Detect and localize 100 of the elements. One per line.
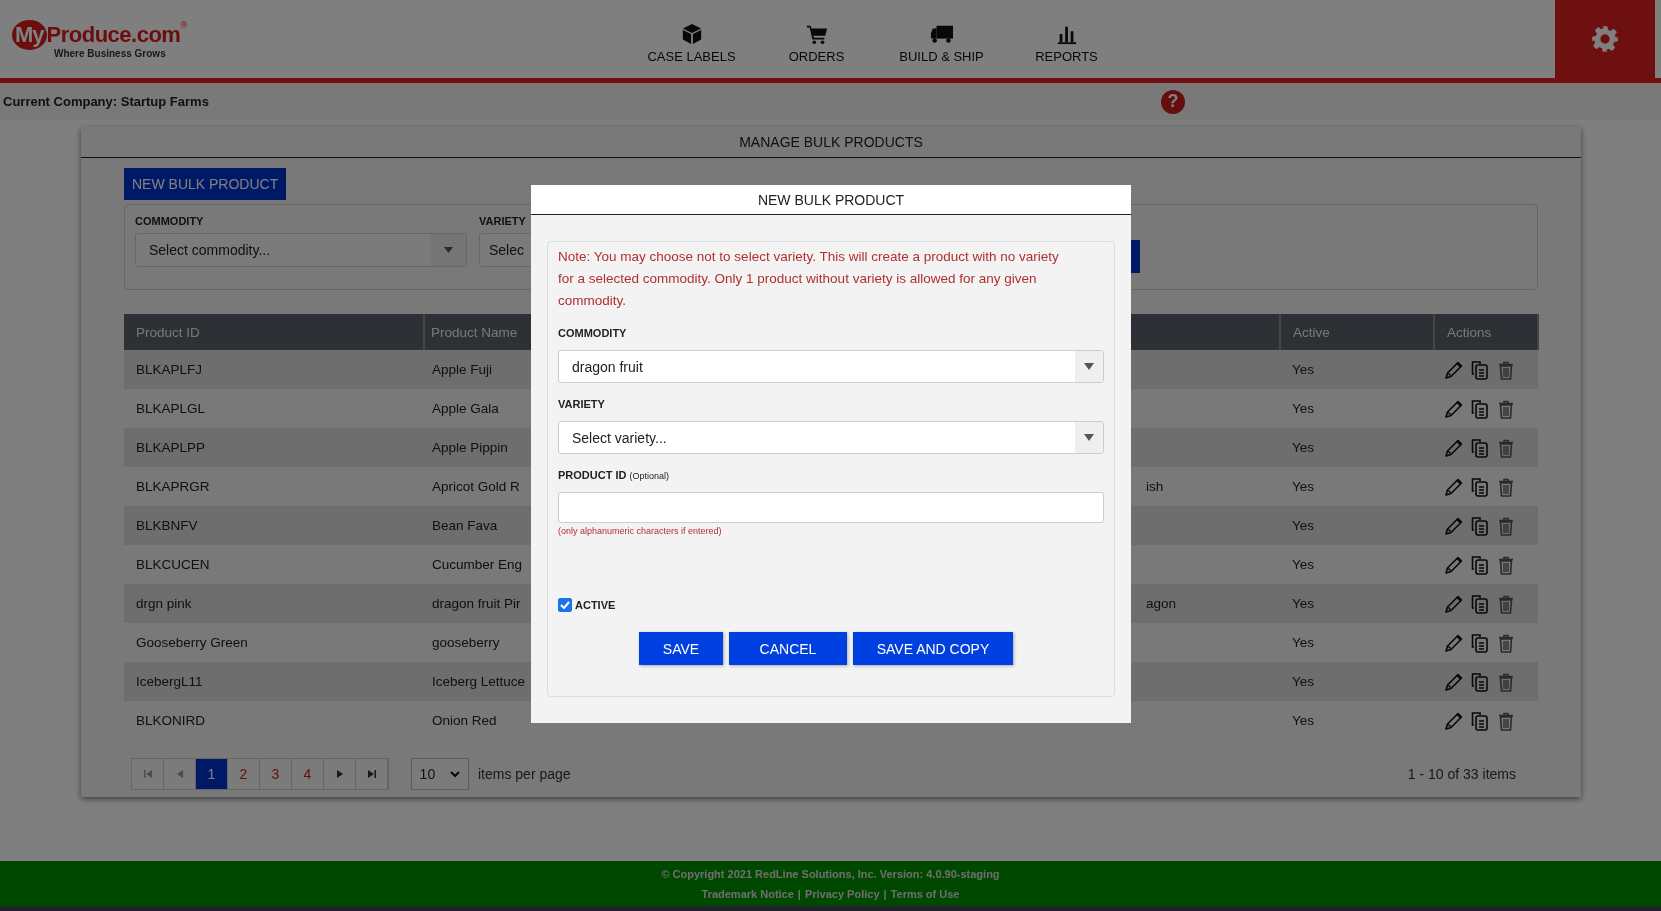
settings-icon [1591,25,1619,53]
table-cell: Onion Red [432,713,497,728]
table-cell: BLKONIRD [136,713,206,728]
panel-title: MANAGE BULK PRODUCTS [81,127,1581,158]
table-cell: BLKAPLFJ [136,362,203,377]
table-cell: Apple Gala [432,401,499,416]
current-company-label: Current Company: Startup Farms [3,94,210,109]
items-per-page-label: items per page [478,766,571,782]
nav-link[interactable]: BUILD & SHIP [879,14,1004,64]
dialog-button[interactable]: SAVE AND COPY [853,632,1013,665]
field-label: COMMODITY [558,327,627,339]
logo-text: Produce.com [46,20,181,48]
table-cell: Yes [1292,440,1315,455]
checkbox-label: ACTIVE [575,599,616,611]
copy-icon[interactable] [1470,671,1490,692]
caret-icon [1084,363,1094,370]
copy-icon[interactable] [1470,515,1490,536]
registered-mark: ® [180,19,188,30]
pencil-icon[interactable] [1444,671,1464,692]
link-separator: | [797,887,801,900]
copy-icon[interactable] [1470,710,1490,731]
trash-icon[interactable] [1496,515,1516,536]
pencil-icon[interactable] [1444,593,1464,614]
nav-link[interactable]: ORDERS [754,14,879,64]
pencil-icon[interactable] [1444,515,1464,536]
pencil-icon[interactable] [1444,359,1464,380]
table-cell: drgn pink [136,596,192,611]
dropdown-field[interactable]: dragon fruit [558,350,1104,383]
dialog-title: NEW BULK PRODUCT [531,185,1131,215]
link-separator: | [883,887,887,900]
table-cell: BLKAPLGL [136,401,206,416]
trash-icon[interactable] [1496,710,1516,731]
pencil-icon[interactable] [1444,632,1464,653]
chevron-icon [450,770,461,778]
table-cell: BLKAPLPP [136,440,206,455]
nav-link[interactable]: CASE LABELS [629,14,754,64]
copy-icon[interactable] [1470,632,1490,653]
table-cell: Apricot Gold R [432,479,520,494]
copy-icon[interactable] [1470,398,1490,419]
logo-text: My [12,19,47,50]
next-page-icon [336,770,343,778]
pencil-icon[interactable] [1444,437,1464,458]
optional-note: (Optional) [629,471,669,481]
table-cell: Iceberg Lettuce [432,674,526,689]
checkbox[interactable] [558,598,572,612]
input-field[interactable] [558,492,1104,523]
table-cell: Yes [1292,401,1315,416]
trash-icon[interactable] [1496,398,1516,419]
pencil-icon[interactable] [1444,476,1464,497]
dropdown-field[interactable]: Select variety... [558,421,1104,454]
new-bulk-product-button[interactable]: NEW BULK PRODUCT [124,168,287,200]
dialog-button[interactable]: CANCEL [729,632,847,665]
table-cell: Yes [1292,713,1315,728]
table-cell: ish [1146,479,1164,494]
table-cell: Yes [1292,635,1315,650]
items-summary: 1 - 10 of 33 items [1407,766,1516,782]
filter-select[interactable]: Select commodity... [135,233,467,267]
copy-icon[interactable] [1470,554,1490,575]
logo-tagline: Where Business Grows [54,47,167,59]
table-cell: Apple Fuji [432,362,493,377]
trash-icon[interactable] [1496,554,1516,575]
pencil-icon[interactable] [1444,554,1464,575]
trash-icon[interactable] [1496,476,1516,497]
trash-icon[interactable] [1496,437,1516,458]
caret-icon [1084,434,1094,441]
nav-link[interactable]: REPORTS [1004,14,1129,64]
table-cell: Cucumber Eng [432,557,523,572]
filter-label: VARIETY [479,215,527,227]
field-label: VARIETY [558,398,605,410]
table-cell: Yes [1292,557,1315,572]
help-icon[interactable]: ? [1161,89,1185,114]
page-size-select[interactable]: 10 [411,758,469,790]
table-cell: BLKCUCEN [136,557,210,572]
first-page-icon [143,770,152,778]
pencil-icon[interactable] [1444,398,1464,419]
trash-icon[interactable] [1496,359,1516,380]
settings-button[interactable] [1555,0,1655,78]
table-cell: Yes [1292,479,1315,494]
copy-icon[interactable] [1470,476,1490,497]
pencil-icon[interactable] [1444,710,1464,731]
filter-label: COMMODITY [135,215,205,227]
table-cell: Yes [1292,362,1315,377]
table-cell: Bean Fava [432,518,498,533]
last-page-icon [367,770,376,778]
trash-icon[interactable] [1496,671,1516,692]
column-header: Actions [1434,314,1538,350]
copy-icon[interactable] [1470,359,1490,380]
trash-icon[interactable] [1496,593,1516,614]
copy-icon[interactable] [1470,593,1490,614]
page-button[interactable]: 1 [196,759,228,789]
copyright-text: © Copyright 2021 RedLine Solutions, Inc. Version: 4.0.90-staging [661,867,1000,880]
previous-page-icon [176,770,183,778]
trash-icon[interactable] [1496,632,1516,653]
copy-icon[interactable] [1470,437,1490,458]
note-text: Note: You may choose not to select variety. This will create a product with no variety for a selected commodity. Only 1 product without variety is allowed for any given commodity. [558,248,1060,310]
table-cell: Yes [1292,518,1315,533]
table-cell: agon [1146,596,1177,611]
dialog-button[interactable]: SAVE [639,632,723,665]
table-cell: Gooseberry Green [136,635,248,650]
table-cell: Yes [1292,674,1315,689]
